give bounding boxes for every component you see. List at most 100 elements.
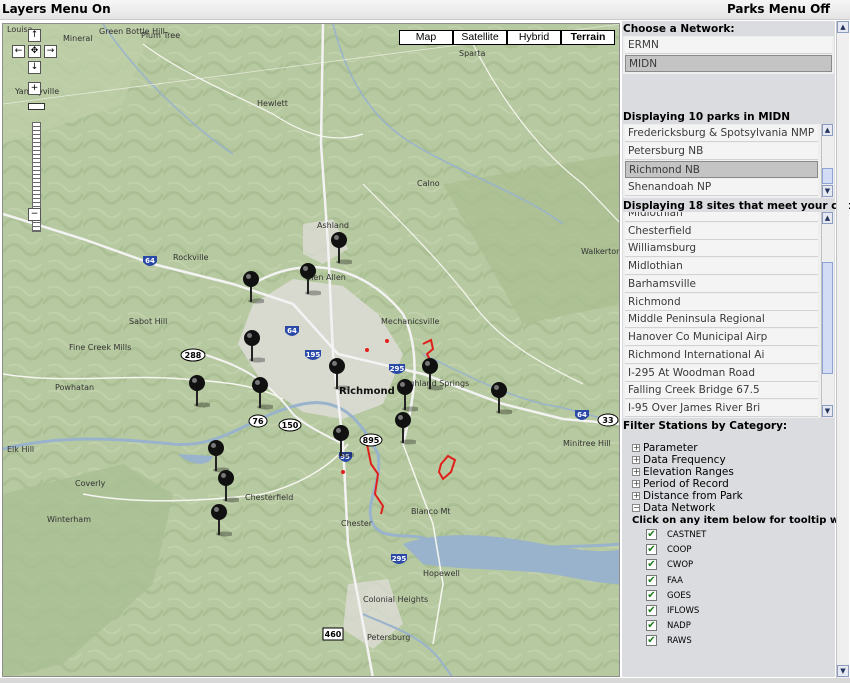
place-label: Powhatan — [55, 383, 94, 392]
filter-hint: Click on any item below for tooltip wind… — [632, 515, 850, 526]
layers-menu-toggle[interactable]: Layers Menu On — [2, 2, 111, 16]
place-label: Winterham — [47, 515, 91, 524]
park-item[interactable]: Petersburg NB — [625, 143, 818, 160]
place-label: Fine Creek Mills — [69, 343, 131, 352]
network-item-midn[interactable]: MIDN — [625, 55, 832, 72]
site-item[interactable]: I-295 At Woodman Road — [625, 365, 818, 382]
map-marker-icon[interactable] — [299, 262, 323, 296]
map-type-map-button[interactable]: Map — [399, 30, 453, 45]
checkbox-icon[interactable]: ✔ — [646, 529, 657, 540]
scroll-down-icon[interactable]: ▼ — [822, 405, 833, 417]
map-marker-icon[interactable] — [332, 424, 356, 458]
checkbox-icon[interactable]: ✔ — [646, 620, 657, 632]
site-item[interactable]: Chesterfield — [625, 223, 818, 240]
filter-category-distance-from-park[interactable]: + Distance from Park — [632, 490, 743, 502]
network-filter-label: RAWS — [667, 636, 692, 647]
map-marker-icon[interactable] — [217, 469, 241, 503]
filter-category-parameter[interactable]: + Parameter — [632, 442, 698, 454]
site-item[interactable]: Williamsburg — [625, 240, 818, 257]
route-shield: 895 — [363, 436, 380, 445]
pan-center-icon[interactable]: ✥ — [28, 45, 41, 58]
parks-menu-toggle[interactable]: Parks Menu Off — [727, 2, 830, 16]
map-marker-icon[interactable] — [490, 381, 514, 415]
pan-left-icon[interactable]: ← — [12, 45, 25, 58]
site-item[interactable]: Richmond — [625, 294, 818, 311]
sites-list: Midlothian Chesterfield Williamsburg Mid… — [623, 212, 834, 418]
expand-icon[interactable]: + — [632, 492, 640, 500]
map-marker-icon[interactable] — [394, 411, 418, 445]
collapse-icon[interactable]: − — [632, 504, 640, 512]
park-item[interactable]: Shenandoah NP — [625, 179, 818, 196]
route-shield: 64 — [145, 257, 155, 265]
scroll-up-icon[interactable]: ▲ — [837, 21, 849, 33]
zoom-slider-thumb[interactable] — [28, 103, 45, 110]
network-item-ermn[interactable]: ERMN — [625, 37, 832, 54]
scroll-up-icon[interactable]: ▲ — [822, 124, 833, 136]
map-marker-icon[interactable] — [251, 376, 275, 410]
site-item[interactable]: Falling Creek Bridge 67.5 — [625, 382, 818, 399]
parks-scrollbar[interactable]: ▲ ▼ — [821, 124, 833, 198]
page-scrollbar[interactable]: ▲ ▼ — [836, 21, 849, 678]
filter-category-period-of-record[interactable]: + Period of Record — [632, 478, 729, 490]
sites-scrollbar[interactable]: ▲ ▼ — [821, 212, 833, 418]
network-filter-label: COOP — [667, 545, 692, 556]
pan-up-icon[interactable]: ↑ — [28, 29, 41, 42]
checkbox-icon[interactable]: ✔ — [646, 544, 657, 556]
map-marker-icon[interactable] — [328, 357, 352, 391]
site-item[interactable]: Midlothian — [625, 212, 818, 222]
park-item-selected[interactable]: Richmond NB — [625, 161, 818, 178]
site-item[interactable]: Richmond International Ai — [625, 347, 818, 364]
route-shield: 195 — [306, 351, 321, 359]
place-label: Mineral — [63, 34, 93, 43]
network-filter-label: CASTNET — [667, 530, 707, 540]
filter-category-elevation-ranges[interactable]: + Elevation Ranges — [632, 466, 734, 478]
map-marker-icon[interactable] — [188, 374, 212, 408]
scroll-down-icon[interactable]: ▼ — [822, 185, 833, 197]
checkbox-icon[interactable]: ✔ — [646, 605, 657, 616]
place-label: Mechanicsville — [381, 317, 439, 326]
sites-scroll-thumb[interactable] — [822, 262, 833, 374]
checkbox-icon[interactable]: ✔ — [646, 574, 657, 586]
network-filter-label: CWOP — [667, 560, 694, 571]
zoom-out-icon[interactable]: − — [28, 208, 41, 221]
expand-icon[interactable]: + — [632, 468, 640, 476]
map-marker-icon[interactable] — [396, 378, 420, 412]
pan-right-icon[interactable]: → — [44, 45, 57, 58]
expand-icon[interactable]: + — [632, 456, 640, 464]
site-item[interactable]: Hanover Co Municipal Airp — [625, 329, 818, 346]
map-type-terrain-button[interactable]: Terrain — [561, 30, 615, 45]
filter-category-data-network[interactable]: − Data Network — [632, 502, 715, 514]
site-item[interactable]: Middle Peninsula Regional — [625, 311, 818, 328]
map-type-satellite-button[interactable]: Satellite — [453, 30, 507, 45]
network-filter-label: NADP — [667, 621, 691, 632]
terrain-map-canvas: 64 64 295 195 95 64 295 288 76 150 895 3… — [3, 24, 619, 676]
map-type-hybrid-button[interactable]: Hybrid — [507, 30, 561, 45]
map-marker-icon[interactable] — [243, 329, 267, 363]
map-marker-icon[interactable] — [207, 439, 231, 473]
map-marker-icon[interactable] — [330, 231, 354, 265]
place-label: Plum Tree — [141, 31, 180, 40]
zoom-in-icon[interactable]: + — [28, 82, 41, 95]
site-item[interactable]: Midlothian — [625, 258, 818, 275]
filter-section-title: Filter Stations by Category: — [623, 420, 788, 432]
route-shield: 64 — [287, 327, 297, 335]
sites-section-title: Displaying 18 sites that meet your crite… — [623, 200, 850, 212]
scroll-up-icon[interactable]: ▲ — [822, 212, 833, 224]
parks-scroll-thumb[interactable] — [822, 168, 833, 184]
map-marker-icon[interactable] — [210, 503, 234, 537]
scroll-down-icon[interactable]: ▼ — [837, 665, 849, 677]
map-view[interactable]: 64 64 295 195 95 64 295 288 76 150 895 3… — [2, 23, 620, 677]
route-shield: 33 — [602, 416, 613, 425]
site-item[interactable]: Barhamsville — [625, 276, 818, 293]
checkbox-icon[interactable]: ✔ — [646, 589, 657, 601]
map-marker-icon[interactable] — [242, 270, 266, 304]
checkbox-icon[interactable]: ✔ — [646, 635, 657, 647]
expand-icon[interactable]: + — [632, 480, 640, 488]
site-item[interactable]: I-95 Over James River Bri — [625, 400, 818, 417]
filter-category-data-frequency[interactable]: + Data Frequency — [632, 454, 726, 466]
map-marker-icon[interactable] — [421, 357, 445, 391]
expand-icon[interactable]: + — [632, 444, 640, 452]
park-item[interactable]: Fredericksburg & Spotsylvania NMP — [625, 125, 818, 142]
pan-down-icon[interactable]: ↓ — [28, 61, 41, 74]
checkbox-icon[interactable]: ✔ — [646, 559, 657, 571]
